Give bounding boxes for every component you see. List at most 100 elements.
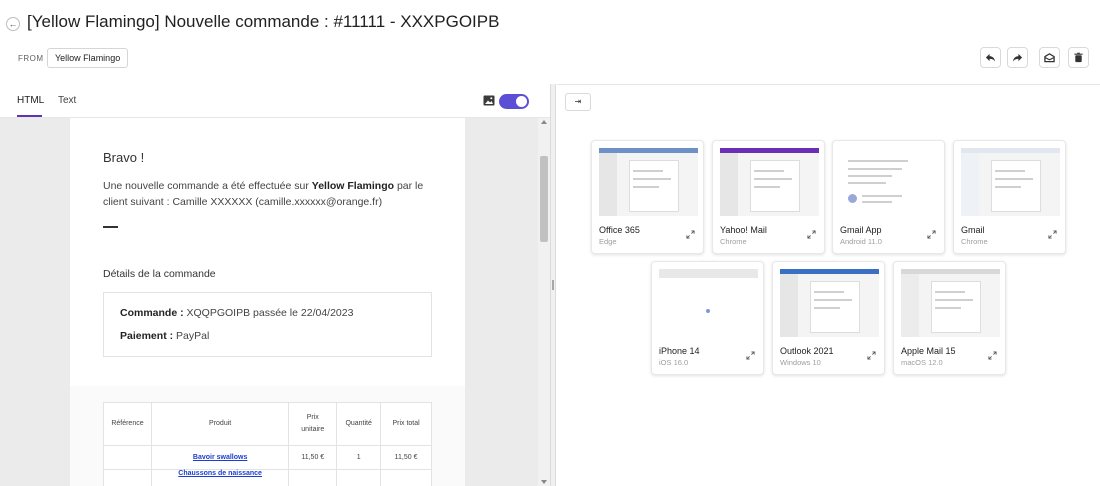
client-name: Apple Mail 15 [901,346,956,356]
email-render-area[interactable]: Bravo ! Une nouvelle commande a été effe… [0,118,538,486]
client-name: Gmail [961,225,985,235]
page-title: [Yellow Flamingo] Nouvelle commande : #1… [27,12,500,31]
client-platform: iOS 16.0 [659,358,689,367]
client-platform: Android 11.0 [840,237,882,246]
panel-resize-handle[interactable] [550,84,556,486]
client-name: Gmail App [840,225,882,235]
expand-icon[interactable] [686,230,695,239]
table-row: Bavoir swallows 11,50 € 1 11,50 € [103,445,432,470]
client-platform: Edge [599,237,617,246]
back-arrow-icon: ← [8,19,18,29]
mark-read-icon [1044,53,1055,63]
cell-product: Chaussons de naissance [150,469,290,486]
order-summary-box: Commande : XQQPGOIPB passée le 22/04/202… [103,292,432,357]
client-card-outlook-2021[interactable]: Outlook 2021 Windows 10 [772,261,885,375]
client-name: Office 365 [599,225,640,235]
email-body: Bravo ! Une nouvelle commande a été effe… [70,118,465,486]
product-link[interactable]: Bavoir swallows [193,454,247,461]
client-thumbnail [599,148,698,216]
order-label: Commande : [120,307,184,319]
shop-name: Yellow Flamingo [311,180,395,192]
client-name: iPhone 14 [659,346,700,356]
client-thumbnail [840,148,939,216]
client-card-apple-mail-15[interactable]: Apple Mail 15 macOS 12.0 [893,261,1006,375]
cell-qty [336,469,382,486]
client-thumbnail [780,269,879,337]
expand-icon[interactable] [1048,230,1057,239]
scroll-down-icon[interactable] [541,480,547,484]
col-unit-price: Prix unitaire [288,402,338,446]
toggle-knob [516,96,527,107]
client-platform: Windows 10 [780,358,821,367]
col-total: Prix total [380,402,432,446]
order-line: Commande : XQQPGOIPB passée le 22/04/202… [120,307,353,319]
cell-total [380,469,432,486]
sender-chip[interactable]: Yellow Flamingo [47,48,129,68]
collapse-panel-button[interactable]: ⇥ [565,93,591,111]
client-thumbnail [901,269,1000,337]
order-value: XQQPGOIPB passée le 22/04/2023 [183,307,354,319]
client-card-gmail[interactable]: Gmail Chrome [953,140,1066,254]
scroll-up-icon[interactable] [541,120,547,124]
expand-icon[interactable] [807,230,816,239]
view-tabs: HTML Text [0,84,550,118]
cell-product: Bavoir swallows [150,445,290,470]
separator [103,226,118,228]
forward-button[interactable] [1007,47,1028,68]
client-thumbnail [720,148,819,216]
products-table: Référence Produit Prix unitaire Quantité… [103,402,432,486]
images-toggle[interactable] [499,94,529,109]
reply-icon [985,53,996,62]
product-link[interactable]: Chaussons de naissance [178,470,262,477]
collapse-icon: ⇥ [574,97,582,106]
grip-icon [552,280,554,290]
delete-icon [1074,52,1083,63]
reply-button[interactable] [980,47,1001,68]
client-previews-panel: ⇥ Office 365 Edge Yahoo! Mail Chrome Gma… [557,84,1100,486]
intro-prefix: Une nouvelle commande a été effectuée su… [103,180,312,192]
col-quantity: Quantité [336,402,382,446]
table-header-row: Référence Produit Prix unitaire Quantité… [103,402,432,446]
payment-value: PayPal [173,330,210,342]
col-product: Produit [150,402,290,446]
col-reference: Référence [103,402,152,446]
expand-icon[interactable] [988,351,997,360]
table-row: Chaussons de naissance [103,469,432,486]
delete-button[interactable] [1068,47,1089,68]
preview-scrollbar[interactable] [538,118,550,486]
client-card-office-365[interactable]: Office 365 Edge [591,140,704,254]
cell-total: 11,50 € [380,445,432,470]
details-heading: Détails de la commande [103,268,216,280]
cell-unit-price: 11,50 € [288,445,338,470]
client-thumbnail [961,148,1060,216]
expand-icon[interactable] [867,351,876,360]
client-platform: Chrome [961,237,988,246]
expand-icon[interactable] [746,351,755,360]
client-platform: Chrome [720,237,747,246]
client-name: Yahoo! Mail [720,225,767,235]
cell-ref [103,445,152,470]
products-section: Référence Produit Prix unitaire Quantité… [70,386,465,486]
image-icon[interactable] [483,95,495,106]
client-card-gmail-app[interactable]: Gmail App Android 11.0 [832,140,945,254]
payment-line: Paiement : PayPal [120,330,209,342]
mark-read-button[interactable] [1039,47,1060,68]
email-intro: Une nouvelle commande a été effectuée su… [103,178,443,210]
payment-label: Paiement : [120,330,174,342]
back-button[interactable]: ← [6,17,20,31]
active-tab-indicator [17,115,42,117]
forward-icon [1012,53,1023,62]
tab-html[interactable]: HTML [17,95,44,106]
tab-text[interactable]: Text [58,95,76,106]
client-thumbnail [659,269,758,337]
client-platform: macOS 12.0 [901,358,943,367]
cell-ref [103,469,152,486]
cell-qty: 1 [336,445,382,470]
client-name: Outlook 2021 [780,346,834,356]
scroll-thumb[interactable] [540,156,548,242]
header: ← [Yellow Flamingo] Nouvelle commande : … [0,0,1100,84]
expand-icon[interactable] [927,230,936,239]
client-card-iphone-14[interactable]: iPhone 14 iOS 16.0 [651,261,764,375]
from-label: FROM [18,54,44,63]
client-card-yahoo-mail[interactable]: Yahoo! Mail Chrome [712,140,825,254]
